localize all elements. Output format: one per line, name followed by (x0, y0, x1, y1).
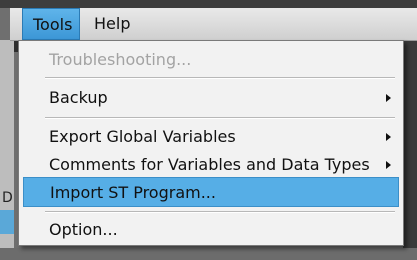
submenu-arrow-icon (386, 94, 391, 102)
menubar-tools-label: Tools (33, 15, 73, 34)
menubar-help-label: Help (94, 14, 131, 33)
submenu-arrow-icon (386, 161, 391, 169)
menu-separator (45, 117, 395, 119)
submenu-arrow-icon (386, 133, 391, 141)
menu-item-import-st-program[interactable]: Import ST Program... (23, 177, 399, 207)
menu-item-option[interactable]: Option... (23, 215, 399, 245)
menubar-tools[interactable]: Tools (22, 8, 80, 40)
app-left-panel: D (0, 40, 14, 260)
menu-item-option-label: Option... (49, 220, 118, 239)
menu-item-backup-label: Backup (49, 88, 108, 107)
app-right-panel (403, 40, 417, 260)
menu-item-export-global-variables[interactable]: Export Global Variables (23, 122, 399, 152)
menu-item-export-label: Export Global Variables (49, 127, 236, 146)
menubar-help[interactable]: Help (84, 8, 140, 40)
left-panel-selection (0, 210, 14, 234)
menu-separator (45, 211, 395, 213)
menu-item-comments-for-variables[interactable]: Comments for Variables and Data Types (23, 150, 399, 180)
menu-item-import-label: Import ST Program... (50, 183, 216, 202)
menu-item-troubleshooting-label: Troubleshooting... (49, 50, 192, 69)
app-bottom-area (0, 248, 417, 260)
tools-dropdown-menu: Troubleshooting... Backup Export Global … (18, 40, 404, 246)
menu-separator (45, 77, 395, 79)
menu-item-comments-label: Comments for Variables and Data Types (49, 155, 370, 174)
menubar: Tools Help (10, 8, 417, 41)
menu-item-troubleshooting[interactable]: Troubleshooting... (23, 45, 399, 75)
left-panel-text: D (2, 190, 13, 206)
app-window-top (0, 0, 417, 8)
menu-item-backup[interactable]: Backup (23, 83, 399, 113)
